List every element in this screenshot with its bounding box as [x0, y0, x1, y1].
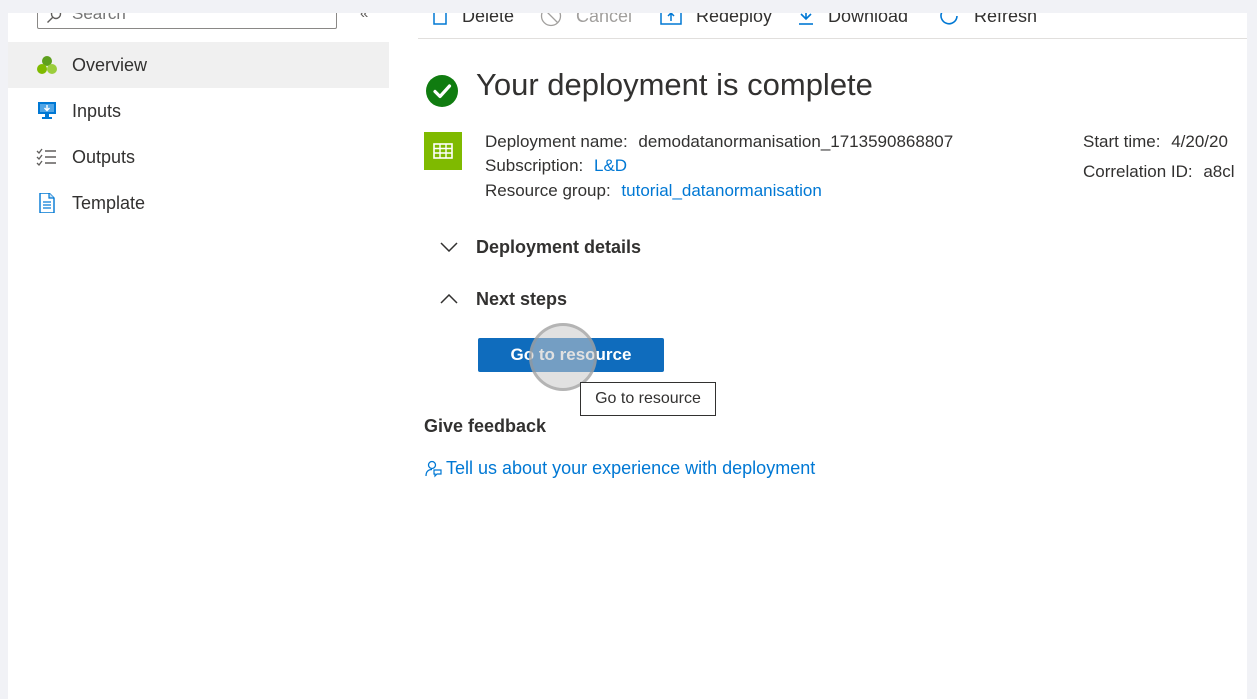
- start-time-label: Start time:: [1083, 132, 1161, 151]
- sidebar-item-inputs[interactable]: Inputs: [8, 88, 389, 134]
- download-label: Download: [828, 13, 909, 26]
- sidebar-item-template[interactable]: Template: [8, 180, 389, 226]
- search-box[interactable]: [37, 13, 337, 29]
- deployment-details-label: Deployment details: [476, 236, 642, 257]
- refresh-label: Refresh: [974, 13, 1038, 26]
- subscription-row: Subscription: L&D: [485, 156, 627, 176]
- cancel-icon: [540, 13, 562, 27]
- start-time-row: Start time: 4/20/20: [1083, 132, 1228, 152]
- subscription-link[interactable]: L&D: [594, 156, 627, 175]
- cancel-label: Cancel: [576, 13, 633, 26]
- deployment-name-label: Deployment name:: [485, 132, 628, 151]
- feedback-link-label: Tell us about your experience with deplo…: [446, 458, 816, 478]
- template-icon: [36, 192, 58, 214]
- chevron-down-icon: [440, 242, 458, 252]
- feedback-title: Give feedback: [424, 416, 547, 436]
- page-title: Your deployment is complete: [476, 67, 873, 102]
- refresh-icon: [940, 13, 958, 25]
- click-indicator: [529, 323, 597, 391]
- delete-button[interactable]: Delete: [432, 13, 514, 28]
- subscription-label: Subscription:: [485, 156, 584, 175]
- refresh-button[interactable]: Refresh: [938, 13, 1037, 28]
- download-icon: [799, 13, 813, 25]
- sidebar-item-label: Overview: [72, 54, 148, 75]
- sidebar-item-outputs[interactable]: Outputs: [8, 134, 389, 180]
- next-steps-toggle[interactable]: Next steps: [440, 287, 567, 311]
- search-input[interactable]: [72, 13, 322, 24]
- search-icon: [46, 13, 62, 29]
- inputs-icon: [36, 101, 58, 121]
- deployment-name-value: demodatanormanisation_1713590868807: [638, 132, 954, 151]
- resource-group-label: Resource group:: [485, 181, 611, 200]
- cancel-button[interactable]: Cancel: [540, 13, 632, 28]
- chevron-up-icon: [440, 294, 458, 304]
- sidebar-item-label: Template: [72, 192, 146, 213]
- redeploy-icon: [660, 13, 682, 25]
- resource-group-link[interactable]: tutorial_datanormanisation: [621, 181, 821, 200]
- redeploy-label: Redeploy: [696, 13, 773, 26]
- delete-label: Delete: [462, 13, 515, 26]
- collapse-sidebar-button[interactable]: «: [360, 13, 368, 22]
- correlation-id-row: Correlation ID: a8cl: [1083, 162, 1235, 182]
- tooltip: Go to resource: [580, 382, 716, 416]
- overview-icon: [36, 55, 58, 75]
- deployment-details-toggle[interactable]: Deployment details: [440, 235, 641, 259]
- start-time-value: 4/20/20: [1171, 132, 1228, 151]
- deployment-name-row: Deployment name: demodatanormanisation_1…: [485, 132, 953, 152]
- correlation-id-label: Correlation ID:: [1083, 162, 1193, 181]
- next-steps-label: Next steps: [476, 288, 568, 309]
- outputs-icon: [36, 147, 58, 167]
- success-check-icon: [426, 75, 458, 112]
- sidebar-item-overview[interactable]: Overview: [8, 42, 389, 88]
- correlation-id-value: a8cl: [1203, 162, 1235, 181]
- redeploy-button[interactable]: Redeploy: [660, 13, 772, 28]
- sidebar-item-label: Outputs: [72, 146, 136, 167]
- deployment-blade: « Overview Inputs Outputs Template Delet…: [8, 13, 1247, 699]
- resource-group-icon: [424, 132, 462, 170]
- delete-icon: [433, 13, 447, 25]
- download-button[interactable]: Download: [798, 13, 908, 28]
- feedback-icon: [425, 460, 442, 477]
- sidebar-item-label: Inputs: [72, 100, 122, 121]
- command-bar: Delete Cancel Redeploy Download Refresh: [418, 13, 1247, 39]
- resource-group-row: Resource group: tutorial_datanormanisati…: [485, 181, 822, 201]
- feedback-link[interactable]: Tell us about your experience with deplo…: [424, 458, 815, 479]
